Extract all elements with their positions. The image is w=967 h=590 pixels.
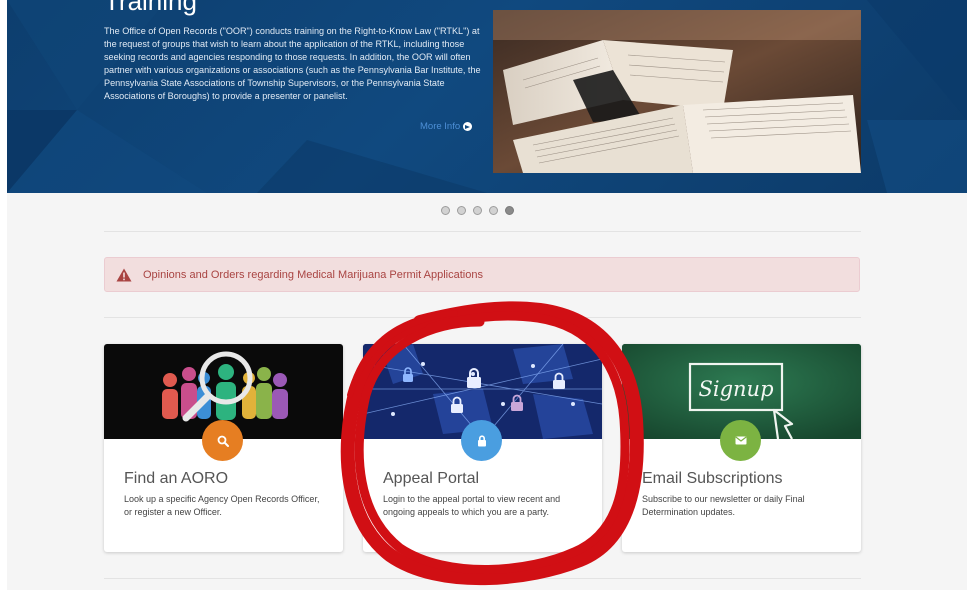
signup-chalk-text: Signup	[698, 377, 773, 401]
carousel-dot-3[interactable]	[473, 206, 482, 215]
more-info-label: More Info	[420, 121, 461, 132]
search-icon	[202, 420, 243, 461]
carousel-dot-1[interactable]	[441, 206, 450, 215]
medical-marijuana-alert[interactable]: Opinions and Orders regarding Medical Ma…	[104, 257, 860, 292]
card-title: Find an AORO	[124, 470, 229, 487]
carousel-dot-2[interactable]	[457, 206, 466, 215]
envelope-icon	[720, 420, 761, 461]
alert-text: Opinions and Orders regarding Medical Ma…	[143, 268, 483, 281]
email-subscriptions-card[interactable]: Signup Email Subscriptions Subscribe to …	[622, 344, 861, 552]
warning-triangle-icon	[116, 268, 132, 281]
card-description: Login to the appeal portal to view recen…	[383, 494, 561, 517]
card-title: Appeal Portal	[383, 470, 480, 487]
carousel-dot-4[interactable]	[489, 206, 498, 215]
hero-title: Training	[104, 0, 197, 16]
divider	[104, 317, 861, 318]
hero-description: The Office of Open Records ("OOR") condu…	[104, 26, 481, 101]
divider	[104, 578, 861, 579]
lock-icon	[461, 420, 502, 461]
appeal-portal-card[interactable]: Appeal Portal Login to the appeal portal…	[363, 344, 602, 552]
divider	[104, 231, 861, 232]
card-title: Email Subscriptions	[642, 470, 783, 487]
more-info-link[interactable]: More Info	[420, 121, 473, 132]
training-hero-slide: Training The Office of Open Records ("OO…	[7, 0, 967, 193]
arrow-circle-right-icon	[463, 122, 473, 131]
card-description: Subscribe to our newsletter or daily Fin…	[642, 494, 805, 517]
open-books-photo	[493, 10, 861, 173]
card-description: Look up a specific Agency Open Records O…	[124, 494, 320, 517]
page: Training The Office of Open Records ("OO…	[7, 0, 967, 590]
carousel-dot-5[interactable]	[505, 206, 514, 215]
find-aoro-card[interactable]: Find an AORO Look up a specific Agency O…	[104, 344, 343, 552]
carousel-indicators	[441, 206, 514, 215]
